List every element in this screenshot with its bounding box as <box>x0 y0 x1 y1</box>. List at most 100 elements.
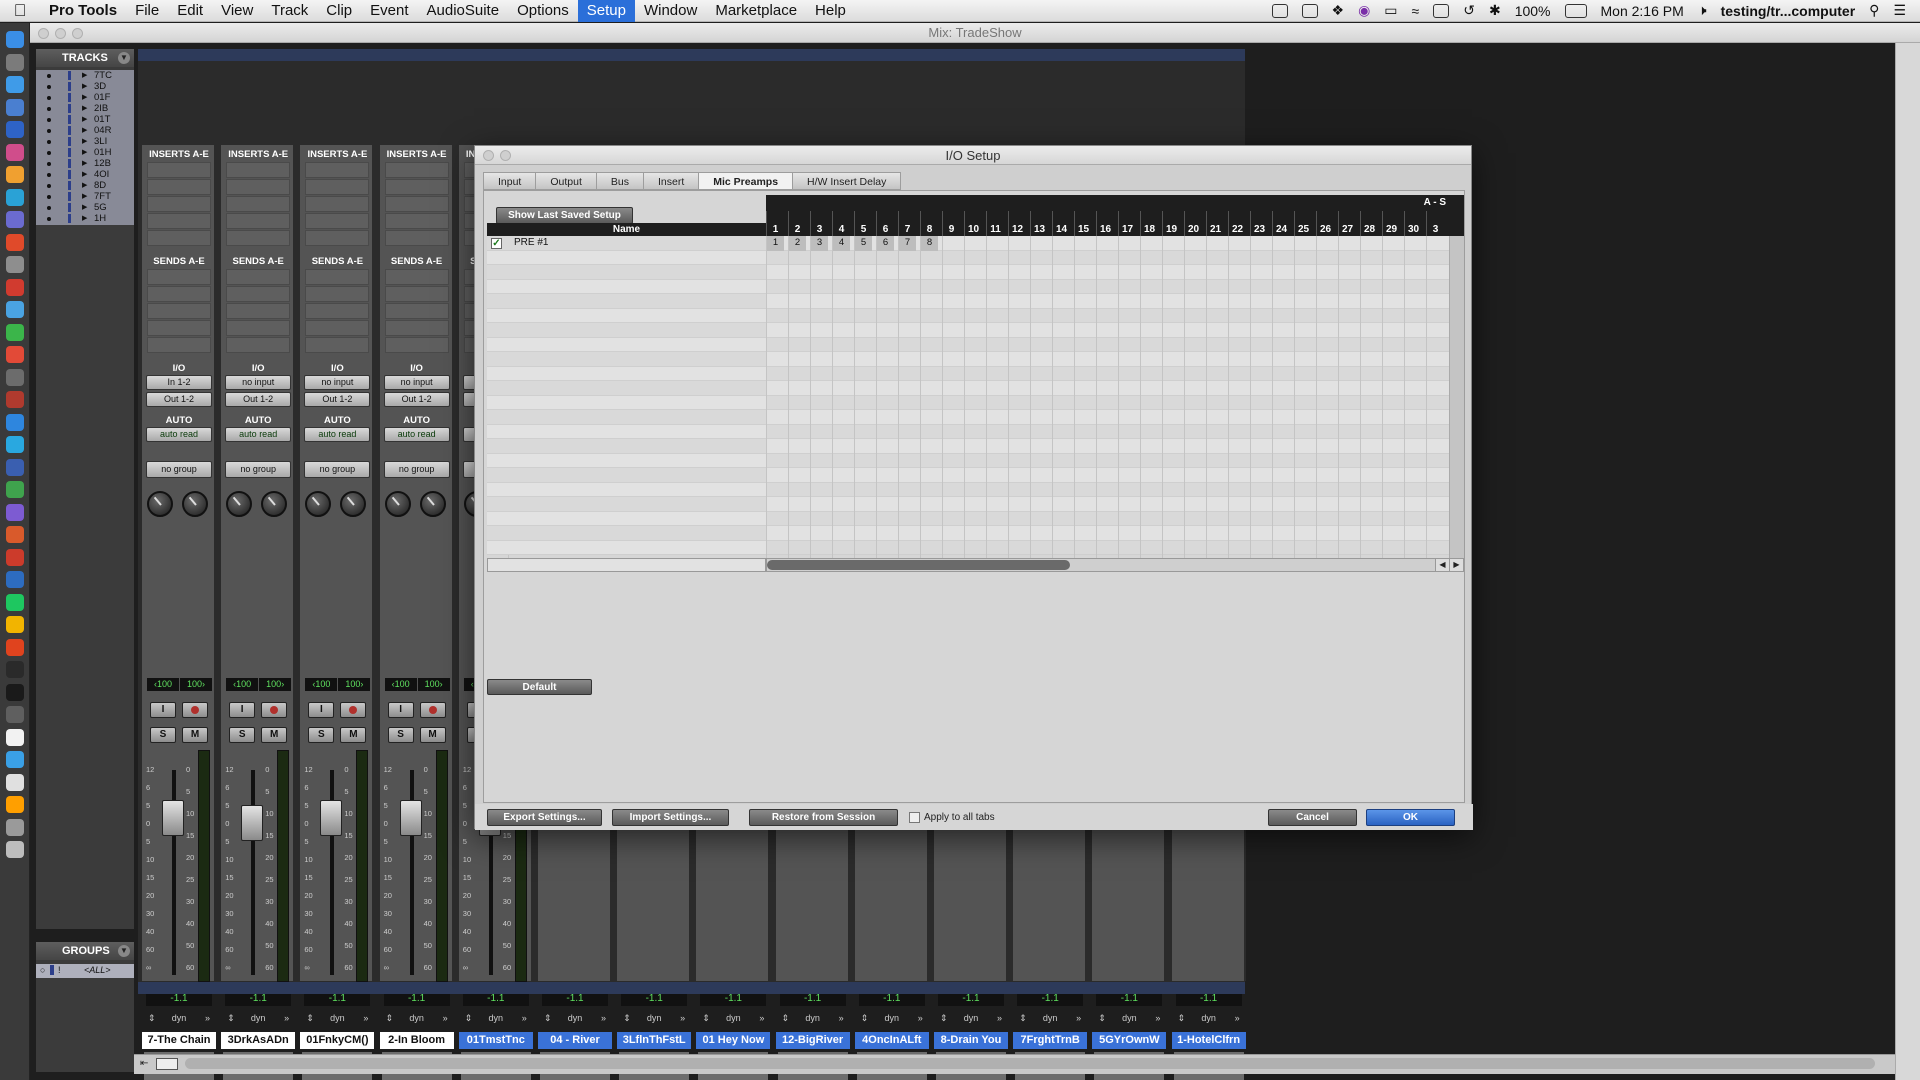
pan-left-knob[interactable] <box>147 491 173 517</box>
menu-window[interactable]: Window <box>635 0 706 22</box>
nudge-icon[interactable]: ⇕ <box>702 1011 710 1025</box>
dock-app-icon[interactable] <box>6 458 24 476</box>
insert-slot[interactable] <box>305 179 370 195</box>
track-list-item[interactable]: ▶ 7TC <box>36 70 134 81</box>
link-icon[interactable]: » <box>997 1011 1002 1025</box>
input-monitor-button[interactable]: I <box>387 702 414 718</box>
send-slot[interactable] <box>226 303 291 319</box>
track-visible-icon[interactable] <box>47 151 51 155</box>
keyboard-icon[interactable] <box>1433 3 1450 18</box>
track-list-item[interactable]: ▶ 3LI <box>36 136 134 147</box>
track-expand-icon[interactable]: ▶ <box>82 136 87 147</box>
battery-icon[interactable] <box>1564 3 1587 18</box>
solo-button[interactable]: S <box>150 727 176 743</box>
nudge-icon[interactable]: ⇕ <box>306 1011 314 1025</box>
app-menu[interactable]: Pro Tools <box>40 0 126 22</box>
grid-horizontal-scrollbar[interactable]: ◀ ▶ <box>766 558 1464 572</box>
dock-app-icon[interactable] <box>6 143 24 161</box>
restore-from-session-button[interactable]: Restore from Session <box>749 809 898 826</box>
app-status-icon[interactable]: ◉ <box>1358 2 1370 19</box>
dock-app-icon[interactable] <box>6 616 24 633</box>
send-slot[interactable] <box>384 269 449 285</box>
record-enable-button[interactable] <box>182 702 208 718</box>
track-name-label[interactable]: 01FnkyCM() <box>300 1032 375 1049</box>
dock-app-icon[interactable] <box>6 436 24 453</box>
mix-window-titlebar[interactable]: Mix: TradeShow <box>30 23 1920 43</box>
output-selector[interactable]: Out 1-2 <box>146 392 212 407</box>
dyn-selector[interactable]: ⇕ dyn » <box>1096 1011 1162 1025</box>
dock-app-icon[interactable] <box>6 728 24 746</box>
track-visible-icon[interactable] <box>47 162 51 166</box>
dock-app-icon[interactable] <box>6 278 24 296</box>
nudge-icon[interactable]: ⇕ <box>1098 1011 1106 1025</box>
automation-mode-selector[interactable]: auto read <box>146 427 212 442</box>
track-list-item[interactable]: ▶ 01F <box>36 92 134 103</box>
send-slot[interactable] <box>384 303 449 319</box>
volume-icon[interactable]: 🕨 <box>1698 2 1707 19</box>
grid-cell-assigned[interactable]: 6 <box>876 236 894 251</box>
dock-app-icon[interactable] <box>6 683 24 701</box>
input-selector[interactable]: In 1-2 <box>146 375 212 390</box>
dock-app-icon[interactable] <box>6 166 24 183</box>
menu-edit[interactable]: Edit <box>168 0 212 22</box>
volume-fader[interactable] <box>320 800 343 836</box>
insert-slot[interactable] <box>384 179 449 195</box>
apply-to-all-tabs-checkbox[interactable]: Apply to all tabs <box>909 812 995 823</box>
menu-setup[interactable]: Setup <box>577 0 635 22</box>
menu-options[interactable]: Options <box>508 0 578 22</box>
insert-slot[interactable] <box>384 230 449 246</box>
dock-app-icon[interactable] <box>6 706 24 723</box>
dyn-selector[interactable]: ⇕ dyn » <box>542 1011 608 1025</box>
grid-cell-assigned[interactable]: 8 <box>920 236 938 251</box>
track-list-item[interactable]: ▶ 01H <box>36 147 134 158</box>
dialog-minimize-icon[interactable] <box>500 150 511 161</box>
grid-cell-assigned[interactable]: 3 <box>810 236 828 251</box>
nudge-icon[interactable]: ⇕ <box>623 1011 631 1025</box>
insert-slot[interactable] <box>226 230 291 246</box>
scroll-right-icon[interactable]: ▶ <box>1449 559 1463 571</box>
insert-slot[interactable] <box>226 162 291 178</box>
send-slot[interactable] <box>147 337 211 353</box>
dock-app-icon[interactable] <box>6 638 24 656</box>
dock-app-icon[interactable] <box>6 188 24 206</box>
dock-app-icon[interactable] <box>6 841 24 858</box>
track-name-label[interactable]: 2-In Bloom <box>379 1032 454 1049</box>
link-icon[interactable]: » <box>522 1011 527 1025</box>
input-selector[interactable]: no input <box>225 375 292 390</box>
output-selector[interactable]: Out 1-2 <box>225 392 292 407</box>
menu-audiosuite[interactable]: AudioSuite <box>418 0 509 22</box>
dock-app-icon[interactable] <box>6 571 24 588</box>
insert-slot[interactable] <box>147 213 211 229</box>
apply-checkbox-box[interactable] <box>909 812 920 823</box>
tab-output[interactable]: Output <box>535 172 596 190</box>
record-enable-button[interactable] <box>261 702 288 718</box>
nudge-icon[interactable]: ⇕ <box>227 1011 235 1025</box>
pre-checkbox[interactable]: ✓ <box>491 238 502 249</box>
send-slot[interactable] <box>147 303 211 319</box>
menu-help[interactable]: Help <box>806 0 855 22</box>
nudge-icon[interactable]: ⇕ <box>782 1011 790 1025</box>
group-selector[interactable]: no group <box>383 461 450 478</box>
input-monitor-button[interactable]: I <box>308 702 335 718</box>
track-visible-icon[interactable] <box>47 173 51 177</box>
track-list-item[interactable]: ▶ 2IB <box>36 103 134 114</box>
dialog-titlebar[interactable]: I/O Setup <box>475 146 1471 165</box>
tab-mic-preamps[interactable]: Mic Preamps <box>698 172 793 190</box>
track-visible-icon[interactable] <box>47 129 51 133</box>
dock-app-icon[interactable] <box>6 796 24 813</box>
nudge-icon[interactable]: ⇕ <box>940 1011 948 1025</box>
group-selector[interactable]: no group <box>225 461 292 478</box>
send-slot[interactable] <box>305 337 370 353</box>
dock-app-icon[interactable] <box>6 346 24 363</box>
track-visible-icon[interactable] <box>47 74 51 78</box>
menu-track[interactable]: Track <box>262 0 317 22</box>
solo-button[interactable]: S <box>387 727 414 743</box>
send-slot[interactable] <box>305 286 370 302</box>
nudge-icon[interactable]: ⇕ <box>1178 1011 1186 1025</box>
dock-app-icon[interactable] <box>6 31 24 48</box>
automation-mode-selector[interactable]: auto read <box>304 427 371 442</box>
link-icon[interactable]: » <box>839 1011 844 1025</box>
send-slot[interactable] <box>384 286 449 302</box>
track-name-label[interactable]: 7-The Chain <box>142 1032 216 1049</box>
track-list-item[interactable]: ▶ 12B <box>36 158 134 169</box>
